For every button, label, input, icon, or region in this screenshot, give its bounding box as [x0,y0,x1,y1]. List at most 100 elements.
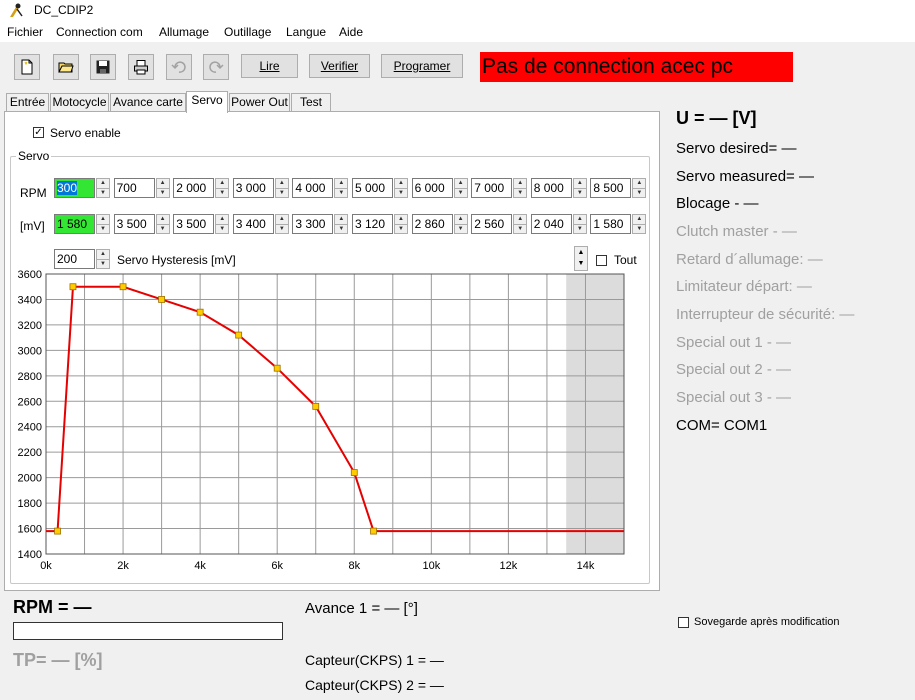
mv-breakpoint-field[interactable]: 2 860 [411,214,453,234]
rpm-breakpoint-spinner[interactable]: 8 000 ▲ ▼ [530,178,587,198]
rpm-breakpoint-field[interactable]: 8 000 [530,178,572,198]
rpm-breakpoint-arrows[interactable]: ▲ ▼ [274,178,289,198]
rpm-breakpoint-spinner[interactable]: 3 000 ▲ ▼ [232,178,289,198]
menu-fichier[interactable]: Fichier [7,25,43,39]
mv-breakpoint-spinner[interactable]: 3 400 ▲ ▼ [232,214,289,234]
rpm-breakpoint-spinner[interactable]: 6 000 ▲ ▼ [411,178,468,198]
special-out-1-readout: Special out 1 - — [676,334,792,351]
mv-breakpoint-field[interactable]: 2 040 [530,214,572,234]
hysteresis-field[interactable]: 200 [54,249,95,269]
hysteresis-arrows[interactable]: ▲ ▼ [96,249,110,269]
rpm-breakpoint-spinner[interactable]: 5 000 ▲ ▼ [352,178,408,198]
mv-breakpoint-spinner[interactable]: 2 040 ▲ ▼ [530,214,587,234]
mv-breakpoint-spinner[interactable]: 1 580 ▲ ▼ [54,214,110,234]
mv-breakpoint-spinner[interactable]: 3 500 ▲ ▼ [113,214,170,234]
mv-breakpoint-arrows[interactable]: ▲ ▼ [155,214,170,234]
rpm-breakpoint-field[interactable]: 8 500 [590,178,632,198]
curve-point-marker [273,364,281,372]
mv-breakpoint-arrows[interactable]: ▲ ▼ [274,214,289,234]
menu-langue[interactable]: Langue [286,25,326,39]
tab-servo[interactable]: Servo [186,91,228,113]
mv-breakpoint-arrows[interactable]: ▲ ▼ [334,214,349,234]
mv-breakpoint-spinner[interactable]: 3 300 ▲ ▼ [292,214,349,234]
servo-curve-chart[interactable]: 1400 1600 1800 2000 2200 2400 2600 2800 3000 3200… [14,268,644,578]
tout-checkbox[interactable] [596,255,607,266]
sauvegarde-checkbox[interactable] [678,617,689,628]
mv-breakpoint-field[interactable]: 3 500 [113,214,155,234]
menu-outillage[interactable]: Outillage [224,25,271,39]
hysteresis-spinner[interactable]: 200 ▲ ▼ [54,249,110,269]
mv-breakpoint-field[interactable]: 1 580 [54,214,95,234]
programmer-button[interactable]: Programer [381,54,463,78]
print-button[interactable] [128,54,154,80]
tab-power-out[interactable]: Power Out [229,93,290,111]
mv-breakpoint-arrows[interactable]: ▲ ▼ [453,214,468,234]
rpm-breakpoint-field[interactable]: 4 000 [292,178,334,198]
rpm-breakpoint-arrows[interactable]: ▲ ▼ [215,178,230,198]
mv-breakpoint-field[interactable]: 1 580 [590,214,632,234]
mv-breakpoint-value: 2 860 [414,217,445,231]
mv-breakpoint-arrows[interactable]: ▲ ▼ [513,214,528,234]
tab-motocycle[interactable]: Motocycle [50,93,109,111]
rpm-breakpoint-spinner[interactable]: 7 000 ▲ ▼ [471,178,528,198]
rpm-breakpoint-value: 7 000 [474,181,505,195]
menu-aide[interactable]: Aide [339,25,363,39]
rpm-breakpoint-field[interactable]: 6 000 [411,178,453,198]
rpm-breakpoint-arrows[interactable]: ▲ ▼ [334,178,349,198]
redo-button[interactable] [203,54,229,80]
rpm-breakpoint-arrows[interactable]: ▲ ▼ [513,178,528,198]
verifier-button[interactable]: Verifier [309,54,370,78]
special-out-3-readout: Special out 3 - — [676,389,792,406]
menu-allumage[interactable]: Allumage [159,25,209,39]
mv-breakpoint-field[interactable]: 2 560 [471,214,513,234]
rpm-breakpoint-field[interactable]: 2 000 [173,178,215,198]
new-file-button[interactable] [14,54,40,80]
mv-breakpoint-field[interactable]: 3 300 [292,214,334,234]
rpm-breakpoint-arrows[interactable]: ▲ ▼ [155,178,170,198]
rpm-breakpoint-spinner[interactable]: 8 500 ▲ ▼ [590,178,647,198]
mv-breakpoint-spinner[interactable]: 2 560 ▲ ▼ [471,214,528,234]
mv-breakpoint-arrows[interactable]: ▲ ▼ [394,214,408,234]
curve-point-marker [350,469,358,476]
mv-breakpoint-arrows[interactable]: ▲ ▼ [215,214,230,234]
undo-button[interactable] [166,54,192,80]
mv-breakpoint-spinner[interactable]: 3 500 ▲ ▼ [173,214,230,234]
curve-point-marker [196,308,204,316]
rpm-breakpoint-spinner[interactable]: 2 000 ▲ ▼ [173,178,230,198]
rpm-breakpoint-field[interactable]: 700 [113,178,155,198]
rpm-breakpoint-field[interactable]: 3 000 [232,178,274,198]
mv-breakpoint-field[interactable]: 3 500 [173,214,215,234]
curve-point-marker [370,527,377,535]
servo-enable-label: Servo enable [50,126,121,140]
rpm-breakpoint-field[interactable]: 300 [54,178,95,198]
rpm-breakpoint-field[interactable]: 5 000 [352,178,393,198]
open-button[interactable] [53,54,79,80]
rpm-breakpoint-arrows[interactable]: ▲ ▼ [572,178,587,198]
rpm-breakpoint-arrows[interactable]: ▲ ▼ [453,178,468,198]
mv-breakpoint-arrows[interactable]: ▲ ▼ [632,214,647,234]
tab-entree[interactable]: Entrée [6,93,49,111]
mv-breakpoint-arrows[interactable]: ▲ ▼ [572,214,587,234]
menu-connection-com[interactable]: Connection com [56,25,143,39]
rpm-breakpoint-arrows[interactable]: ▲ ▼ [394,178,408,198]
tab-test[interactable]: Test [291,93,331,111]
tab-avance-carte[interactable]: Avance carte [110,93,186,111]
rpm-breakpoint-arrows[interactable]: ▲ ▼ [96,178,110,198]
servo-enable-checkbox[interactable]: ✓ [33,127,44,138]
mv-breakpoint-arrows[interactable]: ▲ ▼ [96,214,110,234]
rpm-breakpoint-field[interactable]: 7 000 [471,178,513,198]
sauvegarde-label: Sovegarde après modification [694,616,840,628]
x-tick-label: 4k [194,560,206,572]
mv-breakpoint-field[interactable]: 3 120 [352,214,393,234]
rpm-breakpoint-spinner[interactable]: 4 000 ▲ ▼ [292,178,349,198]
mv-breakpoint-spinner[interactable]: 1 580 ▲ ▼ [590,214,647,234]
rpm-breakpoint-spinner[interactable]: 300 ▲ ▼ [54,178,110,198]
lire-button[interactable]: Lire [241,54,298,78]
mv-breakpoint-spinner[interactable]: 3 120 ▲ ▼ [352,214,408,234]
save-button[interactable] [90,54,116,80]
mv-breakpoint-field[interactable]: 3 400 [232,214,274,234]
rpm-breakpoint-arrows[interactable]: ▲ ▼ [632,178,647,198]
voltage-readout: U = — [V] [676,108,757,128]
mv-breakpoint-spinner[interactable]: 2 860 ▲ ▼ [411,214,468,234]
rpm-breakpoint-spinner[interactable]: 700 ▲ ▼ [113,178,170,198]
